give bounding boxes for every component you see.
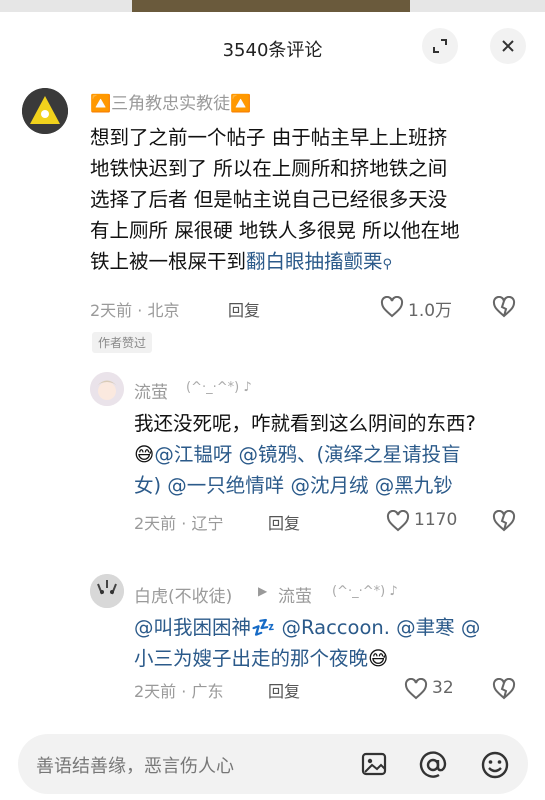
comment-line: 😅@江韫呀 @镜鸦、(演绎之星请投盲	[134, 439, 530, 470]
emoji: 😅	[134, 443, 155, 466]
at-icon[interactable]	[418, 750, 448, 780]
video-thumbnail	[132, 0, 410, 12]
expand-icon	[433, 39, 447, 53]
tiger-avatar-icon	[90, 574, 124, 608]
dislike-icon[interactable]	[492, 296, 516, 318]
reply-arrow-icon: ▶	[258, 584, 268, 598]
like-count: 32	[432, 678, 454, 698]
comment-line: 铁上被一根屎干到翻白眼抽搐颤栗⚲	[90, 250, 393, 273]
dislike-icon[interactable]	[492, 510, 516, 532]
heart-icon[interactable]	[404, 678, 428, 700]
comment-sheet: 3540条评论 🔼三角教忠实教徒🔼 想到了之前一个帖子 由于帖主早上上班挤 地铁…	[0, 12, 545, 800]
comment-text: 想到了之前一个帖子 由于帖主早上上班挤 地铁快迟到了 所以在上厕所和挤地铁之间 …	[90, 122, 530, 280]
time-location: 2天前 · 辽宁	[134, 514, 224, 533]
reply-button[interactable]: 回复	[228, 297, 260, 321]
comment-text: @叫我困困神💤 @Raccoon. @聿寒 @ 小三为嫂子出走的那个夜晚😅	[134, 612, 530, 674]
comment-line: 小三为嫂子出走的那个夜晚😅	[134, 643, 530, 674]
comment-username[interactable]: 流萤	[134, 378, 168, 403]
reply-button[interactable]: 回复	[268, 678, 300, 702]
comment-input-placeholder[interactable]: 善语结善缘，恶言伤人心	[36, 752, 234, 778]
mention-link[interactable]: @叫我困困神	[134, 616, 251, 639]
mention-link[interactable]: 小三为嫂子出走的那个夜晚	[134, 647, 368, 670]
dislike-icon[interactable]	[492, 678, 516, 700]
reply-to-username[interactable]: 流萤	[278, 582, 312, 607]
kaomoji-badge: (^·_·^*) ♪	[186, 380, 252, 395]
mention-link[interactable]: @Raccoon. @聿寒 @	[275, 616, 480, 639]
avatar[interactable]	[90, 574, 124, 608]
search-link[interactable]: 翻白眼抽搐颤栗	[246, 250, 383, 273]
avatar[interactable]	[22, 88, 68, 134]
comment-line: 有上厕所 屎很硬 地铁人多很晃 所以他在地	[90, 219, 460, 242]
kaomoji-badge: (^·_·^*) ♪	[332, 584, 398, 599]
close-button[interactable]	[490, 28, 526, 64]
heart-icon[interactable]	[380, 296, 404, 318]
like-count: 1170	[414, 510, 458, 530]
background-strip	[0, 0, 545, 12]
emoji-icon[interactable]	[480, 750, 510, 780]
anime-avatar-icon	[90, 372, 124, 406]
mention-link[interactable]: @江韫呀 @镜鸦、(演绎之星请投盲	[154, 443, 460, 466]
close-icon	[502, 40, 514, 52]
comment-line: 选择了后者 但是帖主说自己已经很多天没	[90, 188, 448, 211]
avatar[interactable]	[90, 372, 124, 406]
reply-button[interactable]: 回复	[268, 510, 300, 534]
comment-line: 我还没死呢，咋就看到这么阴间的东西?	[134, 412, 476, 435]
comment-text: 我还没死呢，咋就看到这么阴间的东西? 😅@江韫呀 @镜鸦、(演绎之星请投盲 女)…	[134, 408, 530, 501]
like-count: 1.0万	[408, 301, 453, 321]
time-location: 2天前 · 北京	[90, 301, 180, 320]
emoji: 😅	[368, 647, 389, 670]
author-liked-tag: 作者赞过	[92, 332, 153, 353]
mention-link[interactable]: 女) @一只绝情咩 @沈月绒 @黑九钞	[134, 470, 530, 501]
comment-line: 地铁快迟到了 所以在上厕所和挤地铁之间	[90, 157, 448, 180]
heart-icon[interactable]	[386, 510, 410, 532]
emoji: 💤	[251, 616, 276, 639]
comment-count-title: 3540条评论	[222, 40, 323, 61]
search-icon[interactable]: ⚲	[383, 257, 393, 272]
comment-line: 想到了之前一个帖子 由于帖主早上上班挤	[90, 126, 448, 149]
expand-button[interactable]	[422, 28, 458, 64]
comment-input-bar[interactable]: 善语结善缘，恶言伤人心	[18, 734, 528, 794]
image-icon[interactable]	[360, 750, 388, 778]
triangle-avatar-icon	[22, 88, 68, 134]
time-location: 2天前 · 广东	[134, 682, 224, 701]
comment-username[interactable]: 白虎(不收徒)	[134, 582, 232, 607]
comment-username[interactable]: 🔼三角教忠实教徒🔼	[90, 89, 251, 114]
comment-line: @叫我困困神💤 @Raccoon. @聿寒 @	[134, 612, 530, 643]
